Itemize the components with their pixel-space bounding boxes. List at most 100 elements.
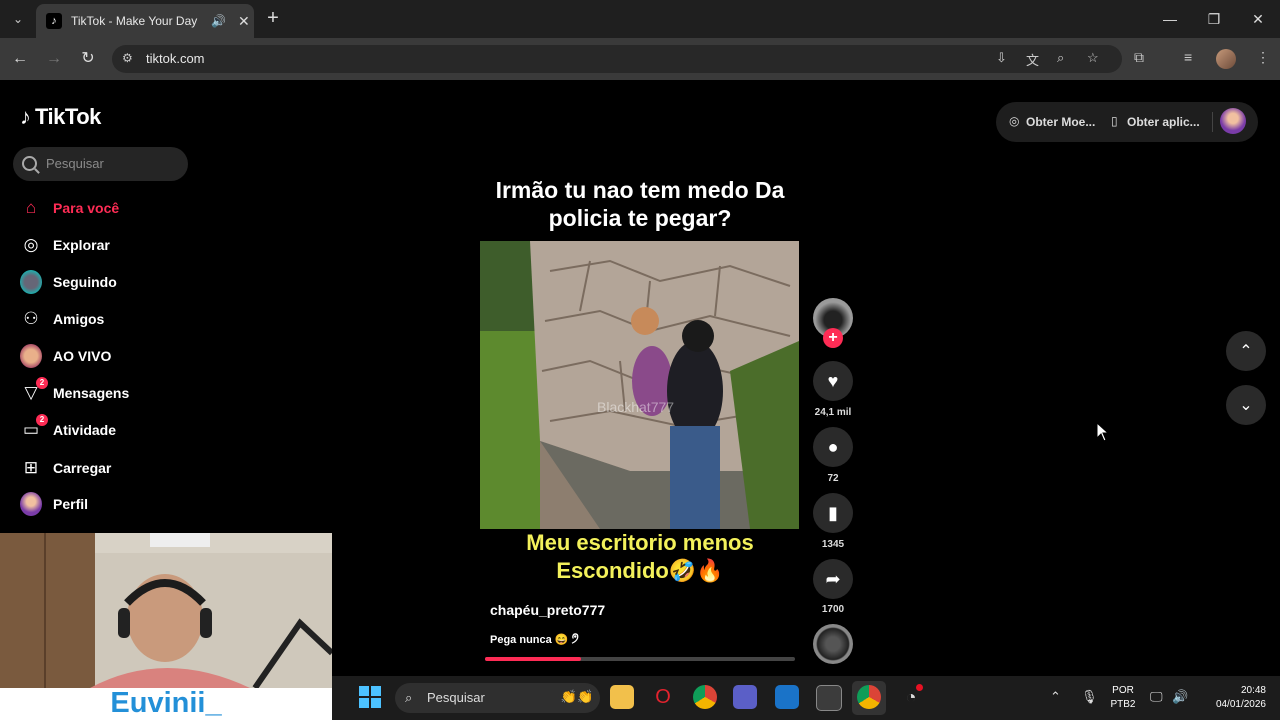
comment-count: 72 — [827, 473, 839, 484]
opera-icon[interactable]: O — [651, 685, 675, 709]
extensions-icon[interactable]: ⧉ — [1134, 49, 1144, 66]
sidebar-item-following[interactable]: Seguindo — [20, 269, 117, 295]
new-tab-button[interactable]: + — [262, 7, 284, 29]
clock[interactable]: 20:48 04/01/2026 — [1200, 684, 1266, 712]
follow-plus-icon[interactable]: + — [823, 328, 843, 348]
forward-icon[interactable]: → — [43, 48, 65, 70]
like-button[interactable]: ♥ — [813, 361, 853, 401]
sidebar-item-label: Para você — [53, 200, 120, 216]
tab-title: TikTok - Make Your Day — [71, 14, 198, 28]
video-caption-top: Irmão tu nao tem medo Da policia te pega… — [495, 177, 785, 231]
comment-button[interactable]: ● — [813, 427, 853, 467]
friends-icon: ⚇ — [23, 309, 39, 328]
sidebar-item-activity[interactable]: ▭ 2 Atividade — [20, 414, 117, 443]
get-app-button[interactable]: Obter aplic... — [1127, 115, 1200, 129]
browser-tab[interactable]: ♪ TikTok - Make Your Day 🔊 ✕ — [36, 4, 254, 38]
teams-icon[interactable] — [733, 685, 757, 709]
video-caption-bottom: Meu escritorio menos Escondido🤣🔥 — [526, 530, 754, 583]
minimize-button[interactable]: — — [1148, 0, 1192, 38]
phone-icon: ▯ — [1111, 114, 1118, 128]
sidebar-item-messages[interactable]: ▽ 2 Mensagens — [20, 377, 129, 406]
language-code: POR — [1112, 685, 1134, 696]
chevron-down-icon: ⌄ — [1239, 397, 1253, 414]
translate-icon[interactable]: 文 — [1026, 50, 1039, 69]
coin-icon: ◎ — [1009, 114, 1020, 128]
music-disc-icon[interactable] — [813, 624, 853, 664]
activity-icon: ▭ 2 — [20, 414, 48, 441]
share-arrow-icon: ➦ — [825, 568, 841, 589]
tab-search-menu-icon[interactable]: ⌄ — [6, 7, 30, 31]
video-watermark: Blackhat777 — [597, 399, 675, 415]
sidebar-item-for-you[interactable]: ⌂ Para você — [20, 195, 119, 221]
windows-start-icon[interactable] — [359, 686, 381, 708]
save-button[interactable]: ▮ — [813, 493, 853, 533]
like-count: 24,1 mil — [814, 407, 852, 418]
tab-close-icon[interactable]: ✕ — [238, 13, 250, 30]
webcam-scene — [0, 533, 332, 688]
url-text[interactable]: tiktok.com — [146, 51, 205, 66]
search-highlight-icon[interactable]: 👏👏 — [557, 685, 597, 709]
share-count: 1700 — [821, 604, 845, 615]
zoom-icon[interactable]: ⌕ — [1057, 50, 1064, 66]
video-scene — [480, 241, 799, 529]
video-author[interactable]: chapéu_preto777 — [490, 602, 605, 618]
share-button[interactable]: ➦ — [813, 559, 853, 599]
language-indicator[interactable]: POR PTB2 — [1106, 684, 1140, 712]
sidebar-item-live[interactable]: AO VIVO — [20, 343, 111, 369]
install-app-icon[interactable]: ⇩ — [996, 50, 1007, 66]
media-queue-icon[interactable]: ≡ — [1184, 49, 1192, 65]
user-avatar[interactable] — [1220, 108, 1246, 134]
sidebar-item-friends[interactable]: ⚇ Amigos — [20, 306, 104, 332]
network-icon[interactable]: 🖵 — [1150, 689, 1163, 705]
tiktok-note-icon: ♪ — [20, 104, 31, 129]
streamer-name: Euvinii_ — [0, 688, 332, 720]
tiktok-logo[interactable]: ♪ TikTok — [20, 104, 101, 130]
sidebar-item-label: AO VIVO — [53, 348, 112, 364]
chrome-active-icon[interactable] — [857, 685, 881, 709]
chrome-icon[interactable] — [693, 685, 717, 709]
messages-badge: 2 — [36, 377, 48, 389]
divider — [1212, 112, 1213, 132]
file-explorer-icon[interactable] — [610, 685, 634, 709]
logo-text: TikTok — [35, 104, 101, 129]
home-icon: ⌂ — [25, 198, 37, 217]
window-controls: — ❐ ✕ — [1148, 0, 1280, 38]
sidebar-item-label: Carregar — [53, 460, 112, 476]
upload-icon: ⊞ — [23, 458, 39, 477]
search-icon — [22, 156, 37, 171]
back-icon[interactable]: ← — [9, 48, 31, 70]
previous-video-button[interactable]: ⌃ — [1226, 331, 1266, 371]
speaker-icon[interactable]: 🔊 — [211, 14, 226, 28]
live-avatar-icon — [20, 344, 42, 368]
browser-profile-avatar[interactable] — [1216, 49, 1236, 69]
messages-icon: ▽ 2 — [20, 377, 48, 404]
sidebar-item-label: Amigos — [53, 311, 105, 327]
clock-date: 04/01/2026 — [1215, 699, 1266, 710]
sidebar-item-profile[interactable]: Perfil — [20, 491, 88, 517]
bookmark-star-icon[interactable]: ☆ — [1087, 50, 1099, 66]
microphone-icon[interactable]: 🎙 — [1081, 689, 1098, 705]
taskbar-search-icon: ⌕ — [405, 690, 413, 705]
sidebar-item-label: Atividade — [53, 422, 117, 438]
next-video-button[interactable]: ⌄ — [1226, 385, 1266, 425]
site-info-icon[interactable]: ⚙ — [122, 51, 133, 65]
outlook-icon[interactable] — [775, 685, 799, 709]
video-progress-fill — [485, 657, 582, 661]
calculator-icon[interactable] — [816, 685, 842, 711]
video-player[interactable] — [480, 241, 799, 529]
video-description: Pega nunca 😄 🤊 — [490, 634, 579, 646]
following-avatar-icon — [20, 270, 42, 294]
close-window-button[interactable]: ✕ — [1236, 0, 1280, 38]
browser-menu-icon[interactable]: ⋮ — [1256, 49, 1270, 66]
heart-icon: ♥ — [827, 370, 839, 391]
reload-icon[interactable]: ↻ — [77, 48, 99, 70]
get-coins-button[interactable]: Obter Moe... — [1026, 115, 1095, 129]
restore-button[interactable]: ❐ — [1192, 0, 1236, 38]
clock-time: 20:48 — [1240, 685, 1266, 696]
sidebar-item-label: Perfil — [53, 496, 89, 512]
address-bar[interactable] — [112, 45, 1122, 73]
tray-overflow-icon[interactable]: ⌃ — [1050, 689, 1061, 705]
sidebar-item-upload[interactable]: ⊞ Carregar — [20, 455, 112, 481]
sidebar-item-explore[interactable]: ◎ Explorar — [20, 232, 110, 258]
volume-icon[interactable]: 🔊 — [1172, 689, 1188, 705]
